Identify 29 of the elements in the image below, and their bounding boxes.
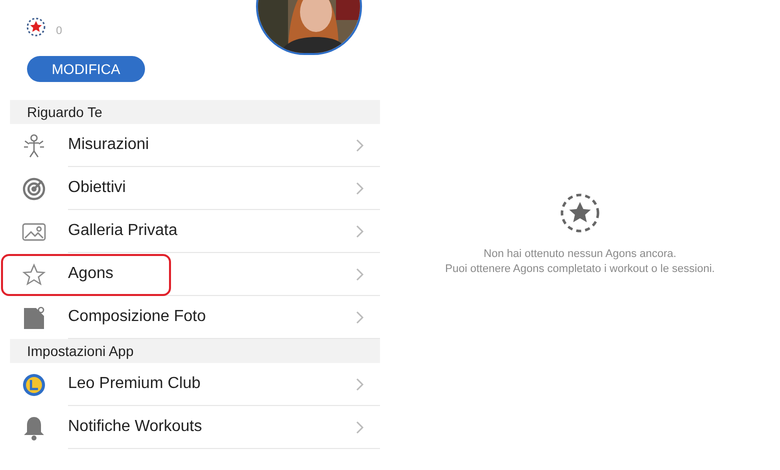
chevron-icon [356, 182, 364, 194]
menu-item-label[interactable]: Obiettivi [68, 176, 356, 200]
menu-item-label[interactable]: Galleria Privata [68, 219, 356, 243]
star-icon [21, 262, 47, 286]
menu-item-label[interactable]: Composizione Foto [68, 305, 356, 329]
club-logo-icon [22, 372, 46, 396]
empty-message: Puoi ottenere Agons completato i workout o le sessioni. [445, 262, 715, 277]
figure-icon [21, 132, 47, 158]
menu-item-label[interactable]: Agons [68, 262, 356, 286]
star-badge-icon [26, 17, 46, 37]
menu-item-label[interactable]: Leo Premium Club [68, 372, 356, 396]
menu-item-label[interactable]: Misurazioni [68, 133, 356, 157]
menu-item-label[interactable]: Notifiche Workouts [68, 415, 356, 439]
section-header: Riguardo Te [10, 100, 380, 124]
bell-icon [22, 414, 46, 440]
chevron-icon [356, 268, 364, 280]
empty-message: Non hai ottenuto nessun Agons ancora. [484, 247, 676, 262]
agons-count: 0 [56, 26, 62, 37]
chevron-icon [356, 138, 364, 152]
section-header: Impostazioni App [10, 339, 380, 363]
chevron-icon [356, 420, 364, 434]
chevron-icon [356, 378, 364, 390]
target-icon [21, 176, 47, 202]
image-icon [21, 220, 47, 242]
star-badge-icon [560, 193, 600, 233]
chevron-icon [356, 310, 364, 324]
collage-icon [21, 304, 47, 330]
chevron-icon [356, 224, 364, 238]
edit-button[interactable]: MODIFICA [27, 56, 145, 82]
